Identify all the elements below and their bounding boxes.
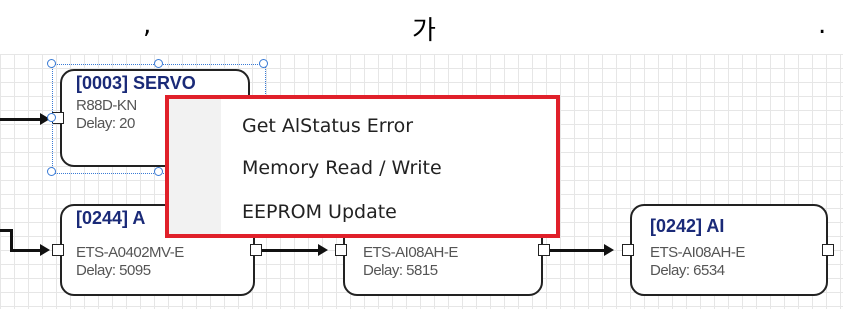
- resize-handle[interactable]: [154, 59, 163, 68]
- arrow-icon: [318, 244, 328, 256]
- menu-icon-gutter: [169, 99, 221, 234]
- arrow-icon: [40, 244, 50, 256]
- connection-line: [550, 249, 606, 252]
- resize-handle[interactable]: [154, 167, 163, 176]
- menu-item-eeprom-update[interactable]: EEPROM Update: [242, 201, 397, 223]
- node-delay: Delay: 5815: [363, 262, 438, 279]
- input-port[interactable]: [52, 244, 64, 256]
- menu-item-get-alstatus-error[interactable]: Get AlStatus Error: [242, 115, 413, 137]
- resize-handle[interactable]: [47, 113, 56, 122]
- resize-handle[interactable]: [47, 59, 56, 68]
- device-node-0242[interactable]: [0242] AI ETS-AI08AH-E Delay: 6534: [630, 204, 828, 296]
- resize-handle[interactable]: [47, 167, 56, 176]
- caption-period: .: [818, 10, 827, 40]
- connection-line: [10, 249, 42, 252]
- caption-ga: 가: [412, 16, 436, 46]
- context-menu: Get AlStatus Error Memory Read / Write E…: [165, 95, 560, 238]
- connection-line: [0, 118, 42, 121]
- node-model: ETS-AI08AH-E: [363, 244, 458, 261]
- arrow-icon: [604, 244, 614, 256]
- output-port[interactable]: [250, 244, 262, 256]
- output-port[interactable]: [538, 244, 550, 256]
- input-port[interactable]: [622, 244, 634, 256]
- connection-line: [10, 229, 13, 251]
- resize-handle[interactable]: [259, 59, 268, 68]
- node-model: ETS-AI08AH-E: [650, 244, 745, 261]
- input-port[interactable]: [335, 244, 347, 256]
- node-title: [0242] AI: [650, 216, 725, 236]
- caption-comma: ,: [143, 10, 152, 40]
- node-delay: Delay: 6534: [650, 262, 725, 279]
- node-title: [0244] A: [76, 208, 146, 228]
- menu-item-memory-read-write[interactable]: Memory Read / Write: [242, 157, 442, 179]
- output-port[interactable]: [822, 244, 834, 256]
- caption: , 가 .: [0, 8, 843, 48]
- node-model: ETS-A0402MV-E: [76, 244, 184, 261]
- node-delay: Delay: 5095: [76, 262, 151, 279]
- connection-line: [262, 249, 320, 252]
